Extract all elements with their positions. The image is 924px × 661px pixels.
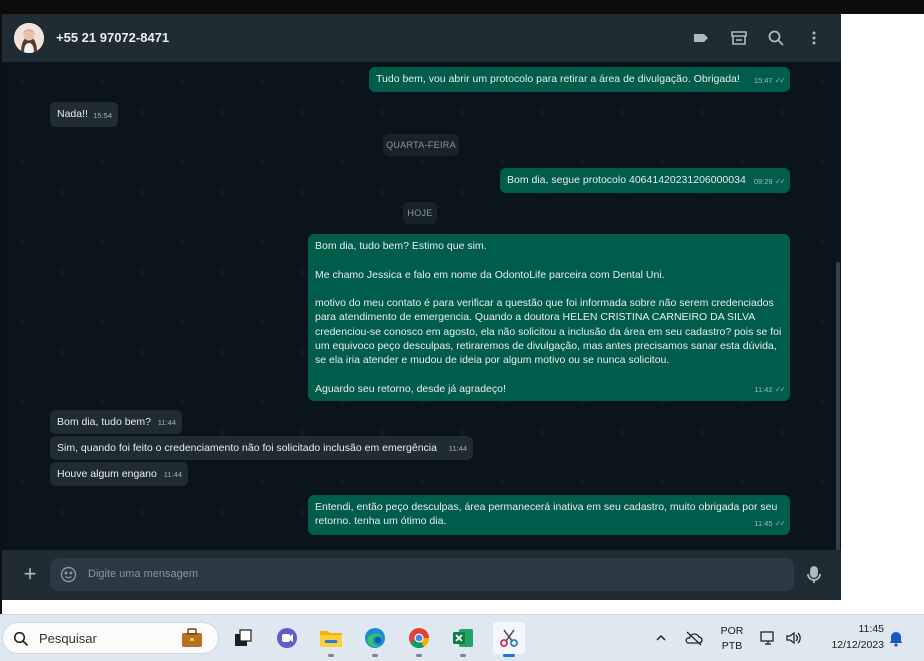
active-indicator: [503, 654, 515, 657]
label-icon[interactable]: [689, 26, 713, 50]
message-meta: 11:42 ✓✓: [754, 383, 786, 397]
message-text: Bom dia, tudo bem? Estimo que sim. Me ch…: [315, 240, 782, 395]
message-incoming[interactable]: Sim, quando foi feito o credenciamento n…: [50, 436, 473, 460]
message-time: 11:44: [163, 469, 182, 479]
message-incoming[interactable]: Houve algum engano 11:44: [50, 462, 188, 486]
running-indicator: [372, 654, 378, 657]
message-meta: 15:47 ✓✓: [753, 74, 786, 88]
message-meta: 15:54: [93, 109, 112, 123]
message-outgoing[interactable]: Bom dia, tudo bem? Estimo que sim. Me ch…: [308, 234, 790, 401]
running-indicator: [328, 654, 334, 657]
double-check-icon: ✓✓: [774, 176, 786, 186]
message-outgoing[interactable]: Entendi, então peço desculpas, área perm…: [308, 495, 790, 535]
message-meta: 11:44: [449, 442, 467, 456]
message-meta: 11:45 ✓✓: [754, 517, 786, 531]
message-time: 15:54: [93, 110, 112, 120]
message-time: 15:47: [753, 75, 773, 85]
menu-icon[interactable]: [802, 26, 826, 50]
avatar[interactable]: [14, 23, 44, 53]
chat-header[interactable]: +55 21 97072-8471: [2, 14, 841, 62]
message-time: 09:29: [753, 176, 773, 186]
message-list[interactable]: Tudo bem, vou abrir um protocolo para re…: [2, 62, 841, 552]
whatsapp-chat-window: +55 21 97072-8471 Tudo bem, vou abrir um…: [2, 14, 841, 600]
message-incoming[interactable]: Bom dia, tudo bem? 11:44: [50, 410, 182, 434]
clock-time: 11:45: [858, 623, 885, 635]
scrollbar[interactable]: [836, 262, 840, 552]
desktop-background: [841, 14, 924, 614]
running-indicator: [416, 654, 422, 657]
message-meta: 11:44: [158, 416, 176, 430]
message-meta: 09:29 ✓✓: [753, 175, 786, 189]
keyboard-layout: PTB: [721, 640, 743, 652]
chevron-up-icon[interactable]: [651, 624, 671, 652]
running-indicator: [460, 654, 466, 657]
message-text: Houve algum engano: [57, 468, 157, 480]
message-meta: 11:44: [164, 468, 182, 482]
search-icon: [13, 631, 29, 647]
search-icon[interactable]: [764, 26, 788, 50]
message-outgoing[interactable]: Tudo bem, vou abrir um protocolo para re…: [369, 67, 790, 92]
date-divider: QUARTA-FEIRA: [383, 134, 459, 156]
chrome-icon[interactable]: [405, 624, 433, 657]
system-clock[interactable]: 11:45 12/12/2023: [814, 623, 884, 651]
message-time: 11:45: [754, 518, 773, 528]
teams-icon[interactable]: [273, 624, 301, 652]
screen: +55 21 97072-8471 Tudo bem, vou abrir um…: [0, 0, 924, 661]
message-time: 11:42: [754, 384, 773, 394]
contact-name[interactable]: +55 21 97072-8471: [56, 30, 169, 45]
clock-date: 12/12/2023: [831, 639, 884, 651]
message-text: Tudo bem, vou abrir um protocolo para re…: [376, 73, 740, 85]
double-check-icon: ✓✓: [774, 75, 786, 85]
emoji-icon[interactable]: [60, 566, 77, 583]
message-text: Entendi, então peço desculpas, área perm…: [315, 501, 778, 528]
language-code: POR: [720, 625, 744, 637]
date-divider: HOJE: [403, 202, 437, 224]
network-icon[interactable]: [758, 624, 778, 652]
file-explorer-icon[interactable]: [317, 624, 345, 657]
message-composer: + Digite uma mensagem: [2, 550, 841, 600]
language-indicator[interactable]: POR PTB: [716, 625, 748, 652]
briefcase-icon[interactable]: [179, 627, 205, 649]
double-check-icon: ✓✓: [774, 384, 786, 394]
message-text: Bom dia, segue protocolo 406414202312060…: [507, 174, 746, 186]
message-time: 11:44: [157, 417, 176, 427]
double-check-icon: ✓✓: [774, 518, 786, 528]
message-input[interactable]: Digite uma mensagem: [50, 558, 794, 591]
excel-icon[interactable]: [449, 624, 477, 657]
snipping-tool-icon[interactable]: [493, 622, 525, 657]
search-label: Pesquisar: [39, 631, 97, 646]
message-outgoing[interactable]: Bom dia, segue protocolo 406414202312060…: [500, 168, 790, 193]
onedrive-offline-icon[interactable]: [682, 624, 706, 652]
message-text: Sim, quando foi feito o credenciamento n…: [57, 442, 437, 454]
attach-plus-icon[interactable]: +: [18, 561, 42, 586]
message-incoming[interactable]: Nada!! 15:54: [50, 102, 118, 127]
taskbar-search-box[interactable]: Pesquisar: [2, 622, 219, 654]
message-time: 11:44: [448, 443, 467, 453]
notification-bell-icon[interactable]: [886, 624, 906, 652]
message-input-placeholder: Digite uma mensagem: [88, 568, 199, 580]
volume-icon[interactable]: [782, 624, 804, 652]
edge-icon[interactable]: [361, 624, 389, 657]
task-view-icon[interactable]: [229, 624, 257, 652]
microphone-icon[interactable]: [802, 563, 826, 587]
windows-taskbar: Pesquisar POR PTB 11:45 12/12/2023: [0, 614, 924, 661]
top-border: [0, 0, 924, 14]
catalog-icon[interactable]: [727, 26, 751, 50]
